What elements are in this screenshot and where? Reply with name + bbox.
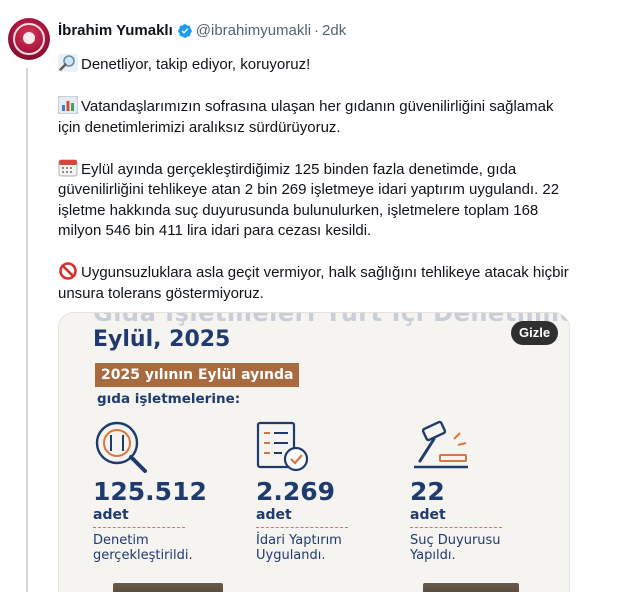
infographic-subtitle: gıda işletmelerine: xyxy=(97,391,241,407)
paragraph-4: Uygunsuzluklara asla geçit vermiyor, hal… xyxy=(58,262,578,304)
photo-strip xyxy=(113,583,223,592)
paragraph-text: Vatandaşlarımızın sofrasına ulaşan her g… xyxy=(58,98,554,136)
paragraph-text: Denetliyor, takip ediyor, koruyoruz! xyxy=(81,56,311,73)
stat-divider xyxy=(256,527,348,528)
stat-description: İdari Yaptırım Uygulandı. xyxy=(256,533,342,563)
header-separator: · xyxy=(314,22,320,39)
magnifier-plate-icon xyxy=(95,421,147,473)
prohibited-icon xyxy=(59,262,77,280)
stat-value: 2.269 xyxy=(256,477,336,506)
stat-divider xyxy=(410,527,502,528)
photo-strip xyxy=(423,583,519,592)
paragraph-3: Eylül ayında gerçekleştirdiğimiz 125 bin… xyxy=(58,159,578,242)
checklist-icon xyxy=(256,421,309,472)
magnifier-icon xyxy=(58,54,78,72)
avatar[interactable] xyxy=(8,18,50,60)
hide-button[interactable]: Gizle xyxy=(511,321,559,345)
stat-description: Suç Duyurusu Yapıldı. xyxy=(410,533,501,563)
infographic-title: Eylül, 2025 xyxy=(93,327,231,352)
paragraph-text: Eylül ayında gerçekleştirdiğimiz 125 bin… xyxy=(58,160,560,240)
stat-inspections: 125.512 adet Denetim gerçekleştirildi. xyxy=(93,419,207,563)
thread-line xyxy=(26,68,28,592)
stat-description: Denetim gerçekleştirildi. xyxy=(93,533,193,563)
gavel-icon xyxy=(414,420,468,469)
infographic-banner: 2025 yılının Eylül ayında xyxy=(95,363,300,387)
stat-value: 22 xyxy=(410,477,445,506)
stat-sanctions: 2.269 adet İdari Yaptırım Uygulandı. xyxy=(256,419,348,563)
stat-unit: adet xyxy=(93,507,129,523)
paragraph-2: Vatandaşlarımızın sofrasına ulaşan her g… xyxy=(58,96,578,138)
tweet-header: İbrahim Yumaklı @ibrahimyumakli · 2dk xyxy=(58,22,346,40)
stat-unit: adet xyxy=(410,507,446,523)
author-handle[interactable]: @ibrahimyumakli xyxy=(196,22,311,40)
tweet-text: Denetliyor, takip ediyor, koruyoruz! Vat… xyxy=(58,54,578,325)
paragraph-1: Denetliyor, takip ediyor, koruyoruz! xyxy=(58,54,578,76)
author-name[interactable]: İbrahim Yumaklı xyxy=(58,22,173,40)
infographic-heading: Gıda İşletmeleri Yurt İçi Denetimleri xyxy=(93,312,570,327)
stat-unit: adet xyxy=(256,507,292,523)
stat-value: 125.512 xyxy=(93,477,207,506)
stat-complaints: 22 adet Suç Duyurusu Yapıldı. xyxy=(410,419,502,563)
bar-chart-icon xyxy=(58,96,78,114)
media-card[interactable]: Gıda İşletmeleri Yurt İçi Denetimleri Ey… xyxy=(58,312,570,592)
tweet-timestamp[interactable]: 2dk xyxy=(322,22,346,40)
paragraph-text: Uygunsuzluklara asla geçit vermiyor, hal… xyxy=(58,264,569,302)
stat-divider xyxy=(93,527,185,528)
verified-badge-icon xyxy=(177,24,192,38)
calendar-icon xyxy=(58,159,78,176)
avatar-center xyxy=(23,32,35,44)
